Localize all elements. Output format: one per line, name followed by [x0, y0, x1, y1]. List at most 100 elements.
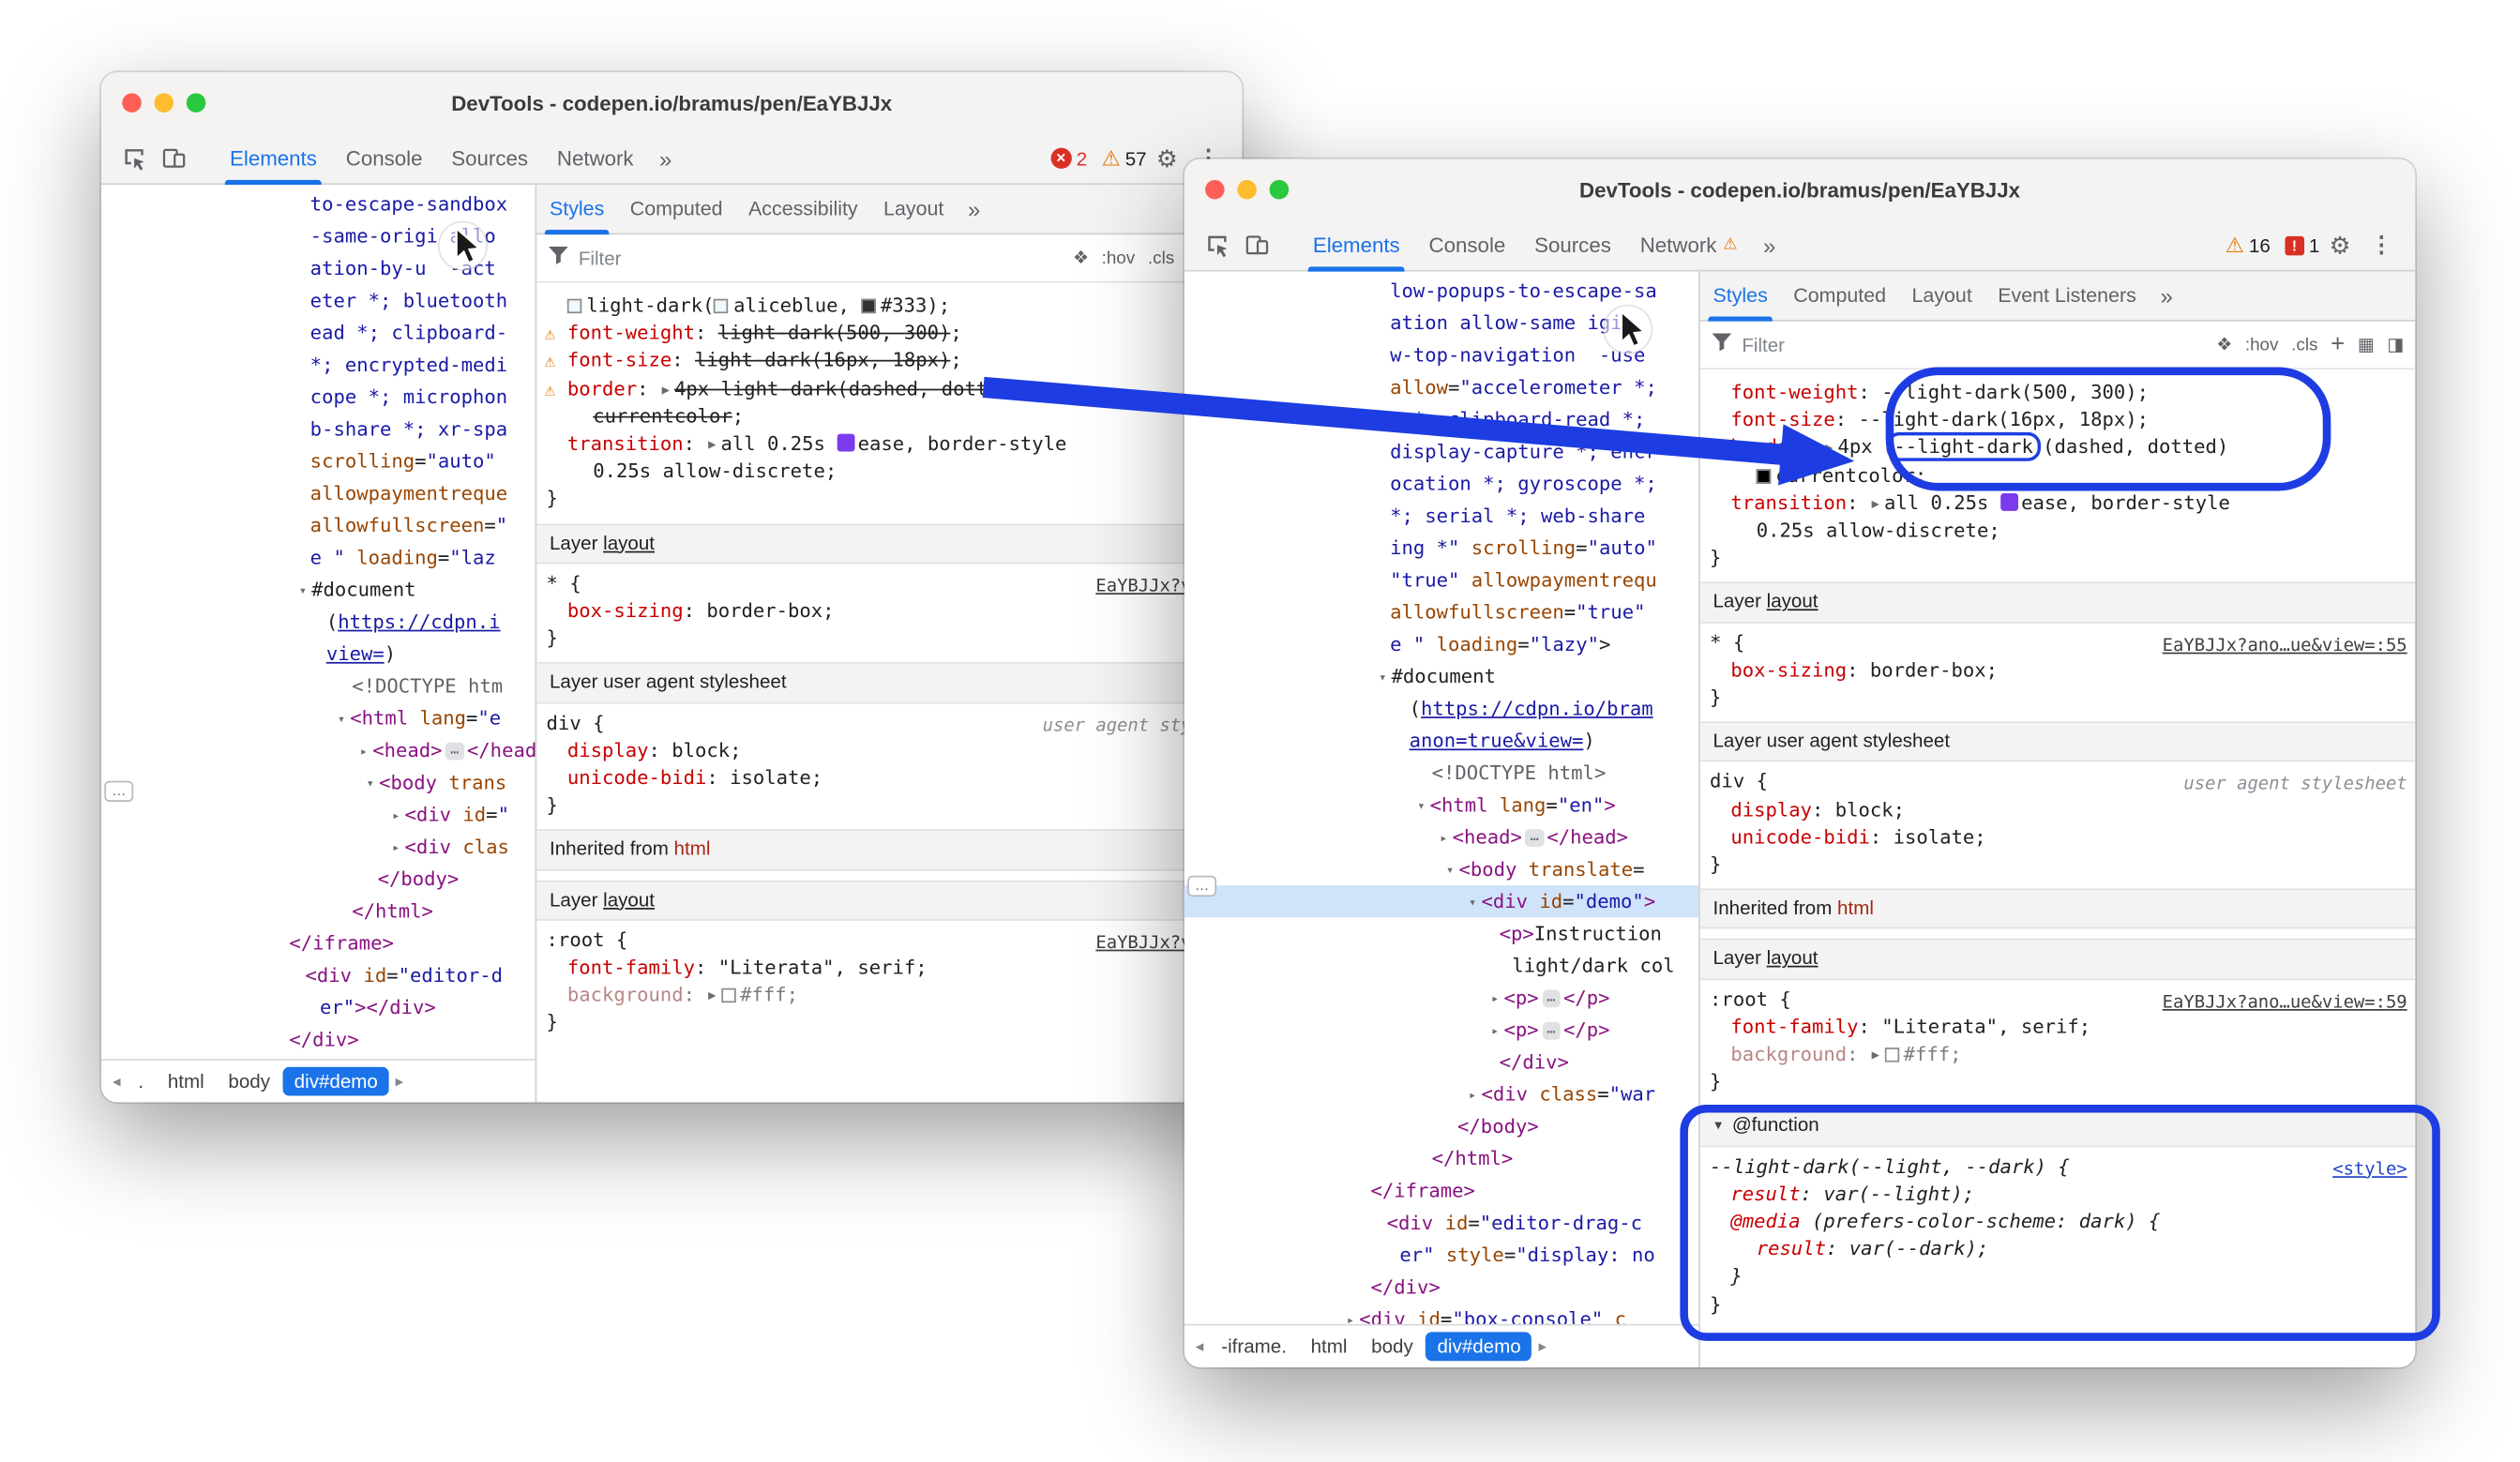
kebab-menu-icon[interactable]: ⋮ [2361, 232, 2403, 259]
style-declaration[interactable]: border: ▶4px --light-dark(dashed, dotted… [1705, 434, 2408, 461]
style-rule[interactable]: light-dark(aliceblue, #333);⚠font-weight… [541, 293, 1242, 514]
style-declaration[interactable]: result: var(--light); [1705, 1181, 2408, 1208]
style-declaration[interactable]: ⚠border: ▶4px light-dark(dashed, dotted [541, 375, 1235, 402]
tab-layout[interactable]: Layout [1899, 272, 1985, 320]
breadcrumb-item[interactable]: html [1300, 1332, 1359, 1361]
tab-layout[interactable]: Layout [870, 185, 957, 233]
dom-line[interactable]: e " loading="lazy"> [1185, 628, 1698, 660]
dom-line[interactable]: (https://cdpn.io/bram [1185, 692, 1698, 724]
dom-line[interactable]: er" style="display: no [1185, 1239, 1698, 1271]
dom-line[interactable]: </div> [1185, 1046, 1698, 1078]
dom-line[interactable]: view=) [101, 638, 536, 670]
ellipsis-button[interactable]: … [1542, 989, 1561, 1007]
minimize-button[interactable] [154, 93, 174, 113]
dom-line[interactable]: anon=true&view=) [1185, 725, 1698, 757]
dom-line[interactable]: light/dark col [1185, 950, 1698, 982]
style-rule[interactable]: --light-dark(--light, --dark) {<style>re… [1705, 1153, 2415, 1319]
dom-line[interactable]: a *; clipboard-read *; [1185, 403, 1698, 435]
layer-link[interactable]: layout [1767, 947, 1818, 970]
zoom-button[interactable] [1270, 180, 1290, 200]
dom-line[interactable]: ation allow-same igin [1185, 307, 1698, 339]
close-button[interactable] [1205, 180, 1225, 200]
dom-line[interactable]: "true" allowpaymentrequ [1185, 564, 1698, 595]
overflow-dots-button[interactable]: … [1187, 876, 1216, 897]
layers-icon[interactable]: ❖ [2216, 334, 2232, 356]
breadcrumb-item[interactable]: body [1360, 1332, 1425, 1361]
dom-line[interactable]: ation-by-u -act [101, 252, 536, 284]
dom-line[interactable]: ▾<html lang="en"> [1185, 789, 1698, 821]
tab-styles[interactable]: Styles [536, 185, 617, 233]
dom-line[interactable]: </body> [101, 863, 536, 895]
more-tabs-button[interactable]: » [2150, 272, 2186, 320]
dom-line[interactable]: -same-origi allo [101, 220, 536, 252]
resource-link[interactable]: https://cdpn.i [338, 610, 500, 633]
style-rule[interactable]: * {EaYBJJx?view=box-sizing: border-box;} [541, 570, 1242, 653]
tab-network[interactable]: Network [542, 133, 648, 183]
dom-line[interactable]: *; encrypted-medi [101, 349, 536, 381]
style-declaration[interactable]: font-weight: --light-dark(500, 300); [1705, 379, 2408, 406]
tab-sources[interactable]: Sources [1520, 220, 1626, 270]
dom-line[interactable]: </div> [101, 1023, 536, 1055]
tab-computed[interactable]: Computed [617, 185, 735, 233]
layer-link[interactable]: layout [603, 888, 655, 911]
style-declaration[interactable]: ⚠font-weight: light-dark(500, 300); [541, 320, 1235, 347]
class-toggle[interactable]: .cls [2291, 334, 2317, 356]
style-declaration[interactable]: box-sizing: border-box; [1705, 656, 2408, 684]
crumb-scroll-right[interactable]: ▸ [391, 1073, 409, 1091]
sidebar-toggle-icon[interactable]: ◨ [2387, 334, 2404, 356]
dom-line[interactable]: </html> [1185, 1142, 1698, 1174]
dom-line[interactable]: <p>Instruction [1185, 917, 1698, 949]
style-declaration[interactable]: display: block; [1705, 796, 2408, 823]
dom-line[interactable]: ▸<div class="war [1185, 1078, 1698, 1110]
dom-line[interactable]: (https://cdpn.i [101, 606, 536, 638]
dom-line[interactable]: allowpaymentreque [101, 477, 536, 509]
dom-line[interactable]: low-popups-to-escape-sa [1185, 275, 1698, 307]
dom-line[interactable]: </html> [101, 895, 536, 927]
layer-link[interactable]: layout [1767, 591, 1818, 613]
tab-accessibility[interactable]: Accessibility [735, 185, 870, 233]
hover-state-toggle[interactable]: :hov [1102, 247, 1136, 269]
dom-line[interactable]: e " loading="laz [101, 541, 536, 573]
dom-line[interactable]: ▸<div clas [101, 831, 536, 863]
style-declaration[interactable]: currentcolor; [1705, 462, 2408, 490]
dom-line[interactable]: ▾<body translate= [1185, 853, 1698, 885]
style-rule[interactable]: div {user agent stylesheetdisplay: block… [1705, 769, 2415, 880]
dom-line[interactable]: ead *; clipboard- [101, 317, 536, 349]
stylesheet-source-link[interactable]: EaYBJJx?ano…ue&view=:59 [2163, 987, 2407, 1015]
tab-console[interactable]: Console [331, 133, 437, 183]
style-declaration[interactable]: 0.25s allow-discrete; [1705, 518, 2408, 545]
settings-gear-icon[interactable]: ⚙ [2319, 231, 2361, 260]
breadcrumb-item[interactable]: html [157, 1067, 216, 1096]
tab-console[interactable]: Console [1414, 220, 1520, 270]
devtools-window-front[interactable]: DevTools - codepen.io/bramus/pen/EaYBJJx… [1185, 159, 2415, 1367]
inspect-element-icon[interactable] [1197, 226, 1237, 264]
crumb-scroll-left[interactable]: ◂ [1191, 1337, 1209, 1355]
dom-line[interactable]: ocation *; gyroscope *; [1185, 468, 1698, 500]
dom-line[interactable]: <!DOCTYPE htm [101, 670, 536, 701]
device-toolbar-icon[interactable] [1237, 226, 1277, 264]
dom-line[interactable]: ▸<head>…</head> [1185, 821, 1698, 853]
dom-line[interactable]: *; serial *; web-share [1185, 500, 1698, 532]
breadcrumb-item[interactable]: div#demo [283, 1067, 389, 1096]
dom-line[interactable]: <div id="editor-drag-c [1185, 1207, 1698, 1239]
dom-line[interactable]: <!DOCTYPE html> [1185, 757, 1698, 789]
style-declaration[interactable]: display: block; [541, 737, 1235, 764]
style-declaration[interactable]: } [1705, 1264, 2408, 1291]
overflow-dots-button[interactable]: … [104, 781, 133, 802]
breadcrumb-item[interactable]: . [127, 1067, 155, 1096]
style-declaration[interactable]: @media (prefers-color-scheme: dark) { [1705, 1209, 2408, 1236]
dom-line[interactable]: eter *; bluetooth [101, 284, 536, 316]
style-declaration[interactable]: background: ▶#fff; [541, 982, 1235, 1009]
style-declaration[interactable]: 0.25s allow-discrete; [541, 459, 1235, 486]
dom-line[interactable]: </div> [1185, 1271, 1698, 1303]
dom-line[interactable]: ▸<div id="box-console" c [1185, 1304, 1698, 1324]
breadcrumb-item[interactable]: div#demo [1426, 1332, 1532, 1361]
more-tabs-button[interactable]: » [957, 185, 993, 233]
breadcrumb-item[interactable]: body [217, 1067, 281, 1096]
style-declaration[interactable]: unicode-bidi: isolate; [1705, 824, 2408, 852]
crumb-scroll-left[interactable]: ◂ [108, 1073, 126, 1091]
resource-link[interactable]: anon=true&view= [1410, 730, 1584, 752]
warning-badge[interactable]: ⚠16 [2226, 234, 2271, 256]
style-declaration[interactable]: font-size: --light-dark(16px, 18px); [1705, 407, 2408, 434]
dom-line[interactable]: ▸<p>…</p> [1185, 1014, 1698, 1046]
